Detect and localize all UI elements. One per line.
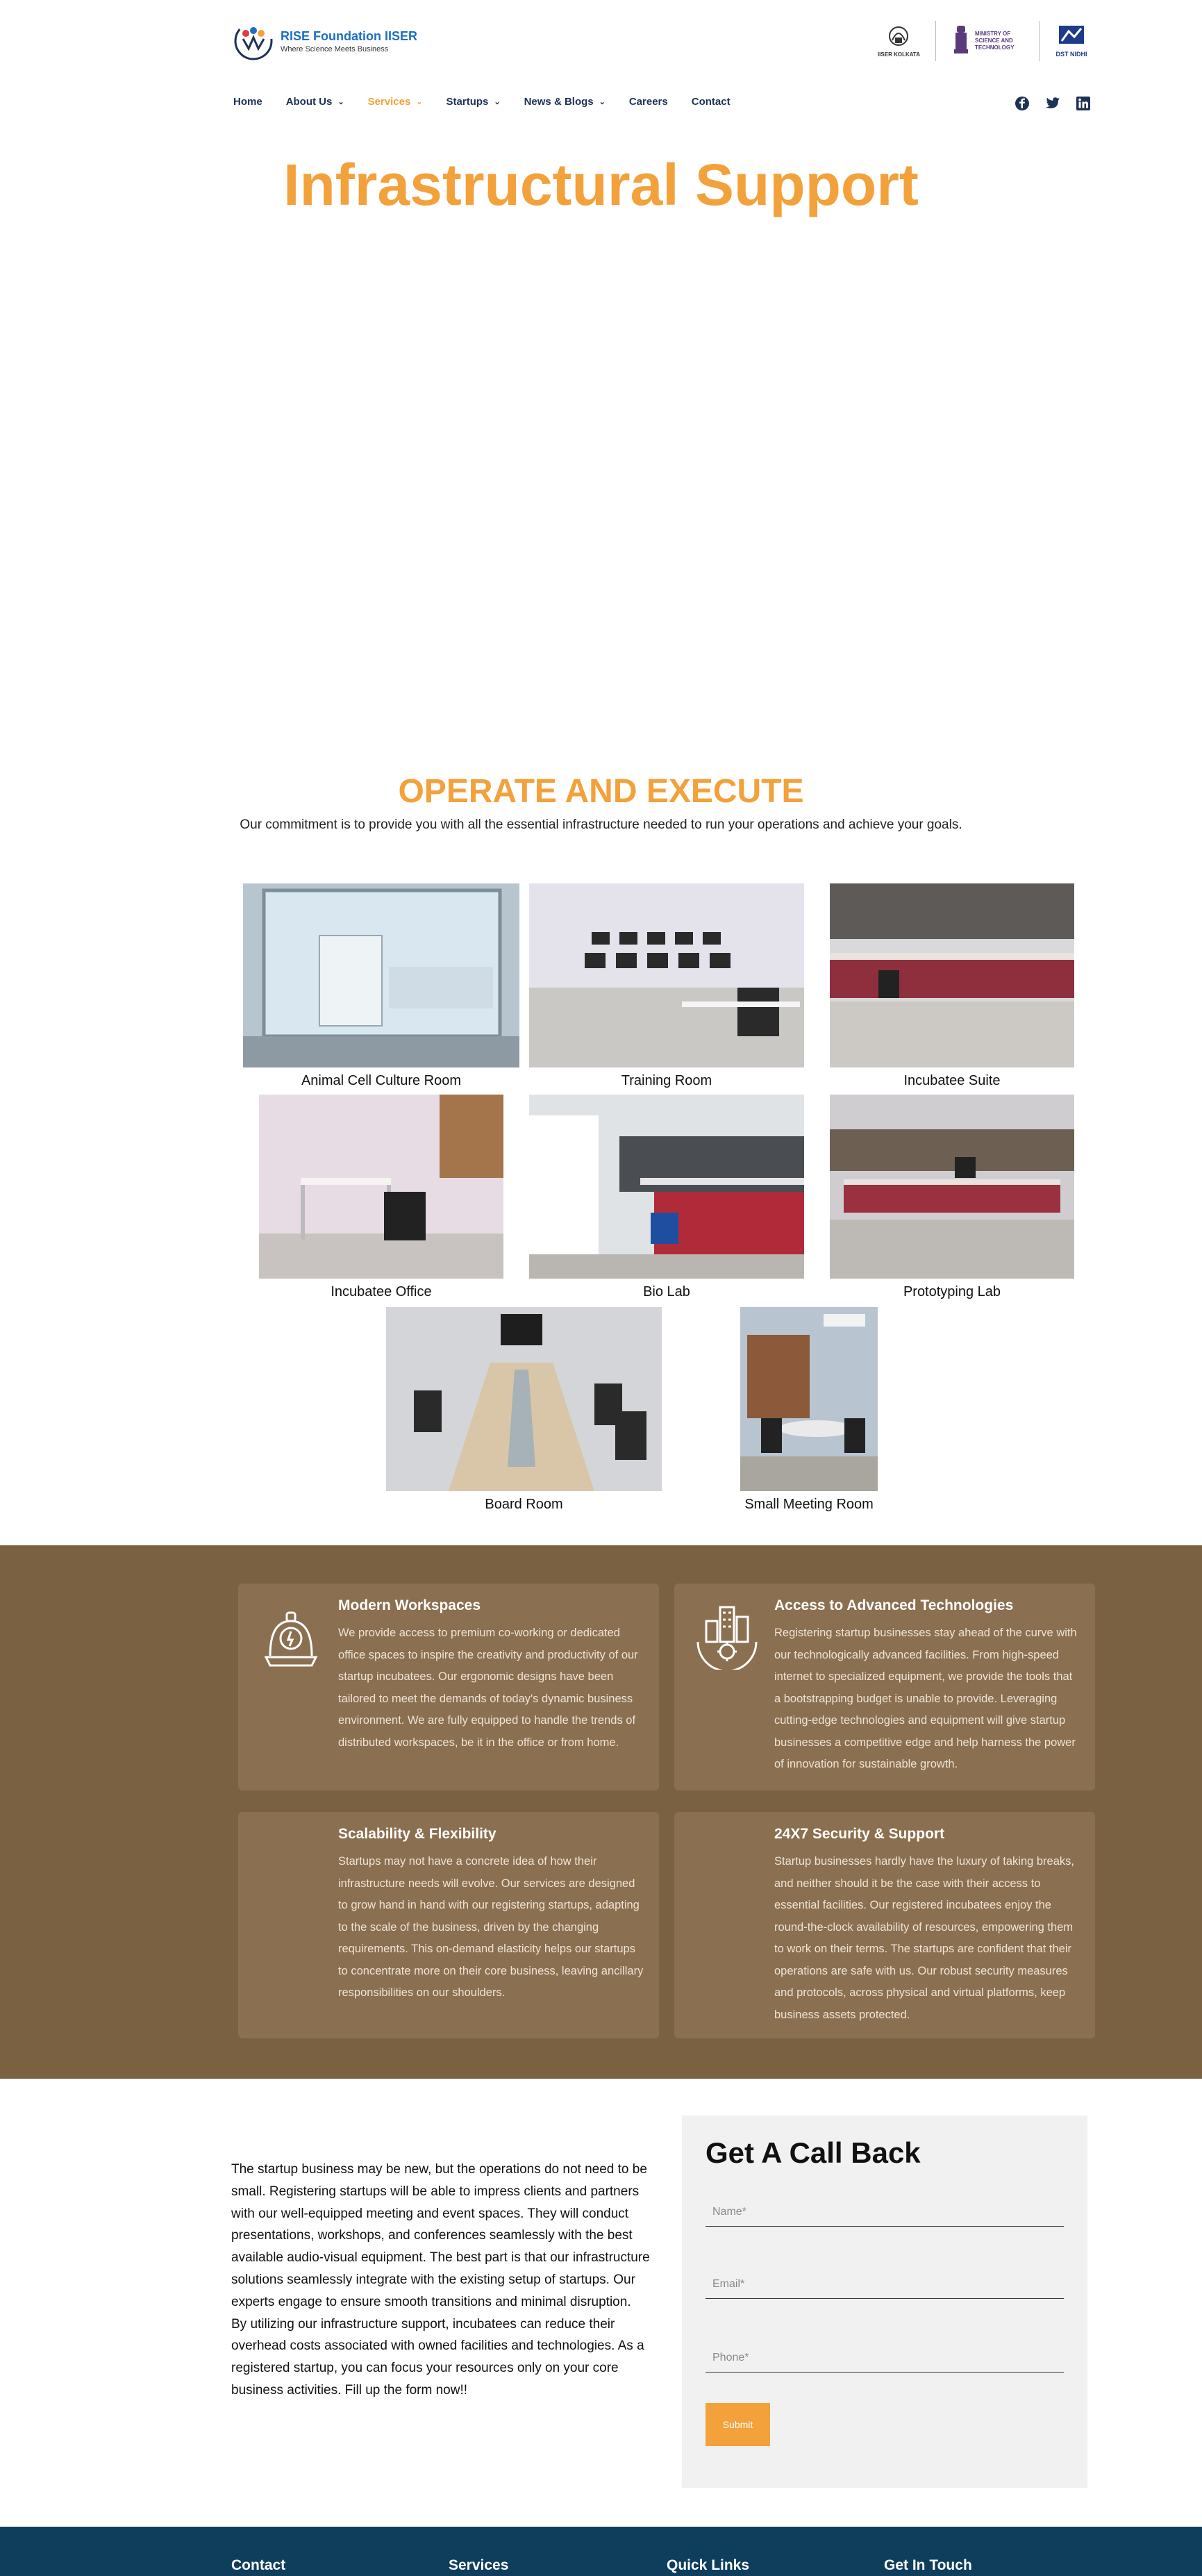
bell-desk-icon [256, 1600, 326, 1670]
site-header: RISE Foundation IISER Where Science Meet… [0, 0, 1202, 139]
board-room-photo [386, 1307, 662, 1491]
training-room-photo [529, 883, 804, 1067]
chevron-down-icon: ⌄ [494, 98, 501, 106]
nav-item-services[interactable]: Services ⌄ [368, 96, 423, 108]
chevron-down-icon: ⌄ [599, 98, 606, 106]
site-logo[interactable]: RISE Foundation IISER Where Science Meet… [233, 21, 417, 61]
partner-divider [935, 21, 936, 61]
footer-heading-get-in-touch: Get In Touch [884, 2557, 972, 2573]
gallery-item[interactable]: Prototyping Lab [830, 1095, 1074, 1300]
nav-item-contact[interactable]: Contact [692, 96, 731, 108]
section-heading: OPERATE AND EXECUTE [398, 773, 804, 810]
iiser-kolkata-logo: IISER KOLKATA [878, 24, 920, 58]
partner-divider [1039, 21, 1040, 61]
submit-button[interactable]: Submit [706, 2403, 770, 2446]
feature-title: 24X7 Security & Support [774, 1826, 945, 1842]
logo-tagline: Where Science Meets Business [281, 44, 389, 53]
bio-lab-photo [529, 1095, 804, 1279]
feature-text: We provide access to premium co-working … [338, 1627, 638, 1749]
chevron-down-icon: ⌄ [337, 98, 344, 106]
callback-paragraph: By utilizing our infrastructure support,… [231, 2316, 644, 2398]
gallery-caption: Board Room [485, 1497, 563, 1512]
partner-logos: IISER KOLKATA MINISTRY OF SCIENCE AND TE… [878, 21, 1088, 61]
feature-title: Scalability & Flexibility [338, 1826, 496, 1842]
feature-card: 24X7 Security & Support Startup business… [674, 1812, 1095, 2038]
callback-description: The startup business may be new, but the… [231, 2159, 655, 2402]
gallery-caption: Animal Cell Culture Room [301, 1073, 462, 1088]
email-field [706, 2270, 1064, 2299]
section-subtitle: Our commitment is to provide you with al… [240, 817, 962, 832]
small-meeting-room-photo [740, 1307, 878, 1491]
city-gear-icon [692, 1600, 762, 1672]
gallery-item[interactable]: Training Room [529, 883, 804, 1089]
gallery-item[interactable]: Board Room [386, 1307, 662, 1513]
name-field [706, 2197, 1064, 2227]
feature-text: Startups may not have a concrete idea of… [338, 1855, 644, 1999]
rise-logo-mark-icon [233, 21, 274, 61]
dst-nidhi-logo: DST NIDHI [1055, 24, 1088, 58]
page-title: Infrastructural Support [283, 152, 919, 217]
footer-heading-quick-links: Quick Links [667, 2557, 750, 2573]
nav-item-careers[interactable]: Careers [629, 96, 668, 108]
gallery-caption: Small Meeting Room [744, 1497, 874, 1512]
gallery-item[interactable]: Incubatee Office [259, 1095, 503, 1300]
gallery-caption: Incubatee Office [331, 1284, 432, 1299]
email-input[interactable] [706, 2270, 1064, 2298]
logo-title: RISE Foundation IISER [281, 28, 417, 43]
features-section: Modern Workspaces We provide access to p… [0, 1545, 1202, 2079]
prototyping-lab-photo [830, 1095, 1074, 1279]
feature-text: Startup businesses hardly have the luxur… [774, 1855, 1074, 2021]
ministry-logo: MINISTRY OF SCIENCE AND TECHNOLOGY [951, 23, 1024, 59]
feature-card: Modern Workspaces We provide access to p… [238, 1584, 659, 1790]
footer-heading-services: Services [449, 2557, 509, 2573]
phone-field [706, 2343, 1064, 2373]
chevron-down-icon: ⌄ [416, 98, 423, 106]
nav-item-startups[interactable]: Startups ⌄ [446, 96, 501, 108]
callback-paragraph: The startup business may be new, but the… [231, 2162, 650, 2309]
form-title: Get A Call Back [706, 2136, 921, 2169]
gallery-item[interactable]: Incubatee Suite [830, 883, 1074, 1089]
main-nav: Home About Us ⌄ Services ⌄ Startups ⌄ News … [233, 96, 731, 108]
gallery-caption: Training Room [621, 1073, 712, 1088]
gallery-caption: Bio Lab [643, 1284, 690, 1299]
nav-item-about-us[interactable]: About Us ⌄ [286, 96, 344, 108]
twitter-icon[interactable] [1045, 96, 1060, 111]
phone-input[interactable] [706, 2343, 1064, 2372]
feature-title: Modern Workspaces [338, 1597, 481, 1613]
feature-card: Scalability & Flexibility Startups may n… [238, 1812, 659, 2038]
footer-heading-contact: Contact [231, 2557, 286, 2573]
nav-item-home[interactable]: Home [233, 96, 262, 108]
feature-text: Registering startup businesses stay ahea… [774, 1627, 1077, 1770]
linkedin-icon[interactable] [1076, 96, 1091, 111]
incubatee-office-photo [259, 1095, 503, 1279]
incubatee-suite-photo [830, 883, 1074, 1067]
gallery-caption: Prototyping Lab [903, 1284, 1001, 1299]
gallery-item[interactable]: Bio Lab [529, 1095, 804, 1300]
gallery-item[interactable]: Animal Cell Culture Room [243, 883, 519, 1089]
feature-card: Access to Advanced Technologies Register… [674, 1584, 1095, 1790]
name-input[interactable] [706, 2197, 1064, 2226]
callback-form: Get A Call Back Submit [682, 2116, 1087, 2488]
social-links [1015, 96, 1091, 111]
gallery-item[interactable]: Small Meeting Room [740, 1307, 878, 1513]
feature-title: Access to Advanced Technologies [774, 1597, 1014, 1613]
site-footer: Contact Services Quick Links Get In Touc… [0, 2527, 1202, 2576]
nav-item-news-blogs[interactable]: News & Blogs ⌄ [524, 96, 606, 108]
facebook-icon[interactable] [1015, 96, 1030, 111]
animal-cell-culture-room-photo [243, 883, 519, 1067]
gallery-caption: Incubatee Suite [903, 1073, 1001, 1088]
